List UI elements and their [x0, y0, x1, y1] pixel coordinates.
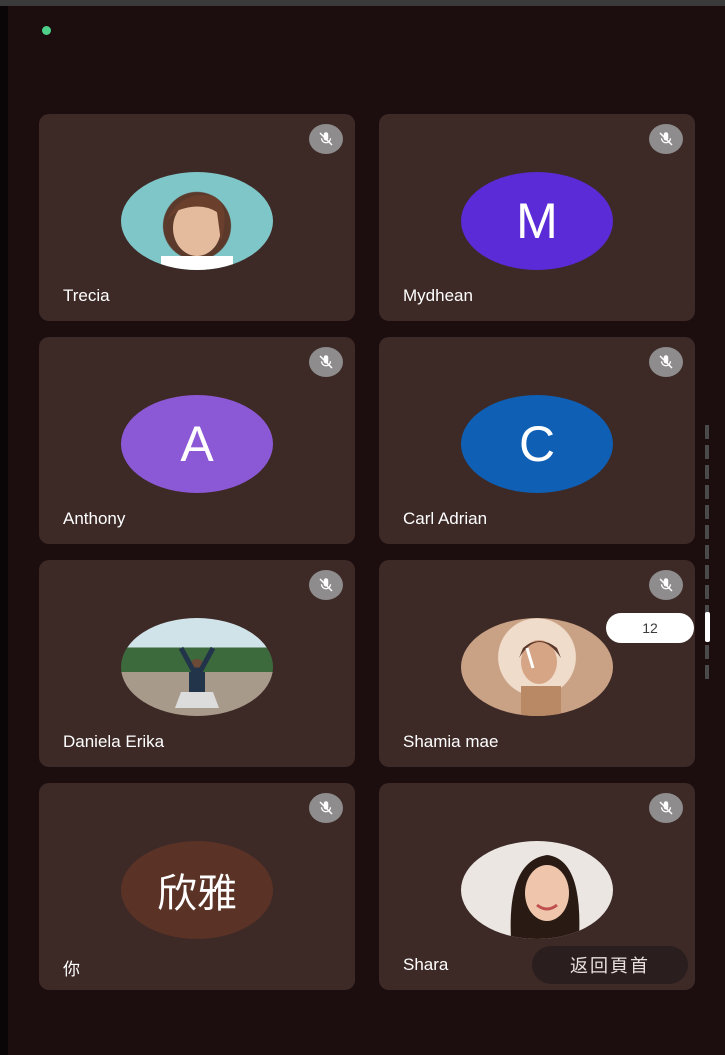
- page-scrollbar-thumb[interactable]: [705, 612, 710, 642]
- mic-off-icon: [309, 793, 343, 823]
- mic-off-icon: [309, 570, 343, 600]
- status-dot-icon: [42, 26, 51, 35]
- participant-tile-anthony[interactable]: A Anthony: [39, 337, 355, 544]
- avatar-photo: [461, 618, 613, 716]
- left-frame-edge: [0, 6, 8, 1055]
- avatar-letter: A: [121, 395, 273, 493]
- participant-name: Shamia mae: [403, 732, 499, 751]
- participant-tile-self[interactable]: 欣雅 你: [39, 783, 355, 990]
- avatar-text: 欣雅: [121, 841, 273, 939]
- participant-tile-mydhean[interactable]: M Mydhean: [379, 114, 695, 321]
- participant-name: Trecia: [63, 286, 110, 305]
- mic-off-icon: [649, 124, 683, 154]
- mic-off-icon: [309, 124, 343, 154]
- avatar-letter: C: [461, 395, 613, 493]
- page-indicator-badge: 12: [606, 613, 694, 643]
- participant-tile-shamia-mae[interactable]: Shamia mae: [379, 560, 695, 767]
- mic-off-icon: [649, 793, 683, 823]
- top-status-bar: [0, 0, 725, 6]
- participant-tile-trecia[interactable]: Trecia: [39, 114, 355, 321]
- participant-name: Daniela Erika: [63, 732, 165, 751]
- participant-tile-daniela-erika[interactable]: Daniela Erika: [39, 560, 355, 767]
- participant-name: Anthony: [63, 509, 126, 528]
- participant-name: Carl Adrian: [403, 509, 488, 528]
- mic-off-icon: [649, 570, 683, 600]
- mic-off-icon: [309, 347, 343, 377]
- participant-name: 你: [63, 960, 80, 979]
- back-to-top-button[interactable]: 返回頁首: [532, 946, 688, 984]
- avatar-letter: M: [461, 172, 613, 270]
- avatar-photo: [121, 172, 273, 270]
- participant-name: Mydhean: [403, 286, 473, 305]
- participant-tile-carl-adrian[interactable]: C Carl Adrian: [379, 337, 695, 544]
- avatar-photo: [461, 841, 613, 939]
- mic-off-icon: [649, 347, 683, 377]
- participant-name: Shara: [403, 955, 449, 974]
- avatar-photo: [121, 618, 273, 716]
